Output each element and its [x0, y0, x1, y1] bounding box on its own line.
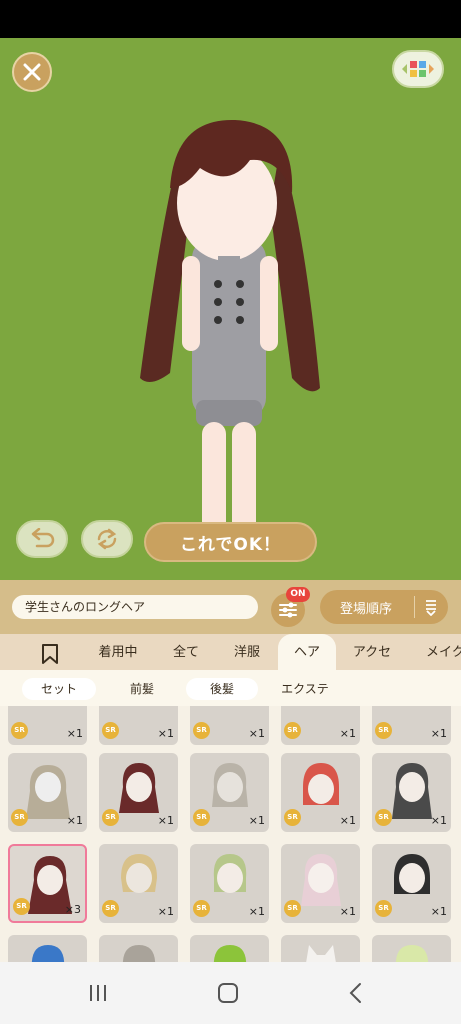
- item-card[interactable]: SR ×1: [190, 844, 269, 923]
- item-name-bar: 学生さんのロングヘア ON 登場順序: [0, 580, 461, 634]
- subtab-front-hair[interactable]: 前髪: [108, 678, 176, 700]
- item-card[interactable]: SR ×1: [99, 753, 178, 832]
- item-count: ×1: [430, 905, 447, 918]
- rarity-badge: SR: [193, 722, 210, 739]
- avatar-stage: これでOK！: [0, 38, 461, 580]
- item-card[interactable]: SR ×1: [99, 706, 178, 745]
- item-count: ×1: [339, 905, 356, 918]
- item-count: ×1: [157, 905, 174, 918]
- bookmark-icon[interactable]: [40, 643, 60, 665]
- item-card[interactable]: SR ×1: [281, 706, 360, 745]
- item-count: ×1: [66, 727, 83, 740]
- undo-icon: [31, 528, 55, 548]
- rarity-badge: SR: [375, 900, 392, 917]
- item-card[interactable]: SR ×1: [372, 844, 451, 923]
- rarity-badge: SR: [11, 722, 28, 739]
- filter-on-badge: ON: [286, 587, 310, 602]
- hair-thumbnail: [122, 945, 156, 962]
- item-card[interactable]: SR ×1: [8, 753, 87, 832]
- recent-apps-icon: [90, 985, 106, 1001]
- rarity-badge: SR: [102, 809, 119, 826]
- home-icon: [218, 983, 238, 1003]
- sort-order-icon[interactable]: [415, 598, 447, 616]
- rarity-badge: SR: [193, 900, 210, 917]
- back-button[interactable]: [336, 980, 376, 1006]
- item-card[interactable]: SR ×1: [99, 844, 178, 923]
- selected-item-name: 学生さんのロングヘア: [12, 595, 258, 619]
- subtab-set[interactable]: セット: [22, 678, 96, 700]
- item-count: ×1: [248, 814, 265, 827]
- item-count: ×1: [339, 814, 356, 827]
- rarity-badge: SR: [375, 722, 392, 739]
- tab-makeup[interactable]: メイク: [412, 634, 461, 670]
- system-nav-bar: [0, 962, 461, 1024]
- rarity-badge: SR: [102, 722, 119, 739]
- color-palette-button[interactable]: [392, 50, 444, 88]
- item-count: ×1: [248, 727, 265, 740]
- rarity-badge: SR: [11, 809, 28, 826]
- sliders-icon: [279, 602, 297, 618]
- rarity-badge: SR: [102, 900, 119, 917]
- rarity-badge: SR: [375, 809, 392, 826]
- rarity-badge: SR: [193, 809, 210, 826]
- item-grid: SR ×1 SR ×1 SR ×1 SR ×1 SR ×1 SR ×1 SR ×1 SR ×1 …: [0, 706, 461, 962]
- item-card[interactable]: SR ×1: [372, 706, 451, 745]
- tab-all[interactable]: 全て: [160, 634, 212, 670]
- recent-apps-button[interactable]: [78, 980, 118, 1006]
- item-count: ×3: [64, 903, 81, 916]
- confirm-button[interactable]: これでOK！: [144, 522, 317, 562]
- shuffle-button[interactable]: [81, 520, 133, 558]
- subtab-back-hair[interactable]: 後髪: [186, 678, 258, 700]
- color-palette-icon: [402, 61, 434, 77]
- item-card[interactable]: SR ×1: [8, 706, 87, 745]
- item-card[interactable]: [372, 935, 451, 962]
- item-count: ×1: [66, 814, 83, 827]
- hair-thumbnail: [395, 945, 429, 962]
- item-card[interactable]: SR ×1: [190, 753, 269, 832]
- back-icon: [349, 983, 361, 1003]
- item-card[interactable]: SR ×1: [190, 706, 269, 745]
- tab-wearing[interactable]: 着用中: [88, 634, 148, 670]
- hair-thumbnail: [213, 945, 247, 962]
- rarity-badge: SR: [284, 900, 301, 917]
- item-count: ×1: [430, 814, 447, 827]
- item-count: ×1: [248, 905, 265, 918]
- tab-hair[interactable]: ヘア: [278, 634, 336, 670]
- item-card[interactable]: [190, 935, 269, 962]
- item-card[interactable]: SR ×1: [281, 844, 360, 923]
- rarity-badge: SR: [13, 898, 30, 915]
- item-card-selected[interactable]: SR ×3: [8, 844, 87, 923]
- hair-thumbnail: [306, 945, 336, 962]
- home-button[interactable]: [208, 980, 248, 1006]
- item-count: ×1: [157, 814, 174, 827]
- status-bar: [0, 0, 461, 38]
- rarity-badge: SR: [284, 722, 301, 739]
- tab-clothes[interactable]: 洋服: [220, 634, 274, 670]
- tab-accessories[interactable]: アクセ: [340, 634, 404, 670]
- avatar-character: [140, 119, 320, 558]
- item-count: ×1: [157, 727, 174, 740]
- item-card[interactable]: SR ×1: [372, 753, 451, 832]
- close-button[interactable]: [12, 52, 52, 92]
- sort-button[interactable]: 登場順序: [320, 590, 448, 624]
- subtab-extensions[interactable]: エクステ: [266, 678, 344, 700]
- item-card[interactable]: [8, 935, 87, 962]
- close-icon: [23, 63, 41, 81]
- hair-thumbnail: [31, 945, 65, 962]
- item-card[interactable]: [99, 935, 178, 962]
- sort-label: 登場順序: [340, 601, 393, 617]
- rarity-badge: SR: [284, 809, 301, 826]
- item-count: ×1: [430, 727, 447, 740]
- item-card[interactable]: [281, 935, 360, 962]
- category-tabs: 着用中 全て 洋服 ヘア アクセ メイク: [0, 634, 461, 670]
- hair-sub-tabs: セット 前髪 後髪 エクステ: [0, 670, 461, 706]
- item-count: ×1: [339, 727, 356, 740]
- item-card[interactable]: SR ×1: [281, 753, 360, 832]
- shuffle-icon: [97, 528, 117, 550]
- undo-button[interactable]: [16, 520, 68, 558]
